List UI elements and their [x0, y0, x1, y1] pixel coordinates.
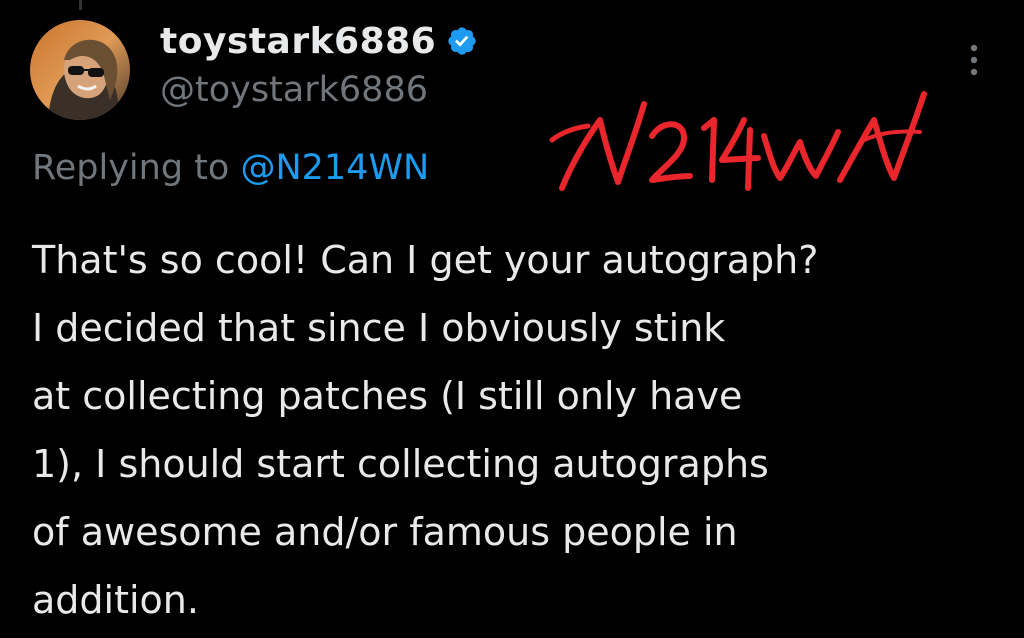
reply-mention-link[interactable]: @N214WN: [240, 148, 429, 188]
display-name[interactable]: toystark6886: [160, 21, 436, 62]
author-handle[interactable]: @toystark6886: [160, 70, 428, 110]
tweet-text: That's so cool! Can I get your autograph…: [32, 226, 1012, 634]
verified-badge-icon: [446, 25, 478, 57]
tweet-text-line: 1), I should start collecting autographs: [32, 442, 769, 486]
author-name-row: toystark6886: [160, 16, 478, 66]
tweet-text-line: I decided that since I obviously stink: [32, 306, 726, 350]
more-options-icon[interactable]: [962, 42, 986, 82]
tweet-text-line: at collecting patches (I still only have: [32, 374, 743, 418]
tweet-text-line: of awesome and/or famous people in: [32, 510, 738, 554]
replying-prefix: Replying to: [32, 148, 241, 188]
thread-connector-line: [79, 0, 82, 10]
avatar-image: [30, 20, 130, 120]
handwritten-signature: [548, 80, 948, 205]
tweet-text-line: That's so cool! Can I get your autograph…: [32, 238, 819, 282]
avatar[interactable]: [30, 20, 130, 120]
replying-to-line: Replying to @N214WN: [32, 148, 429, 188]
tweet-text-line: addition.: [32, 578, 199, 622]
